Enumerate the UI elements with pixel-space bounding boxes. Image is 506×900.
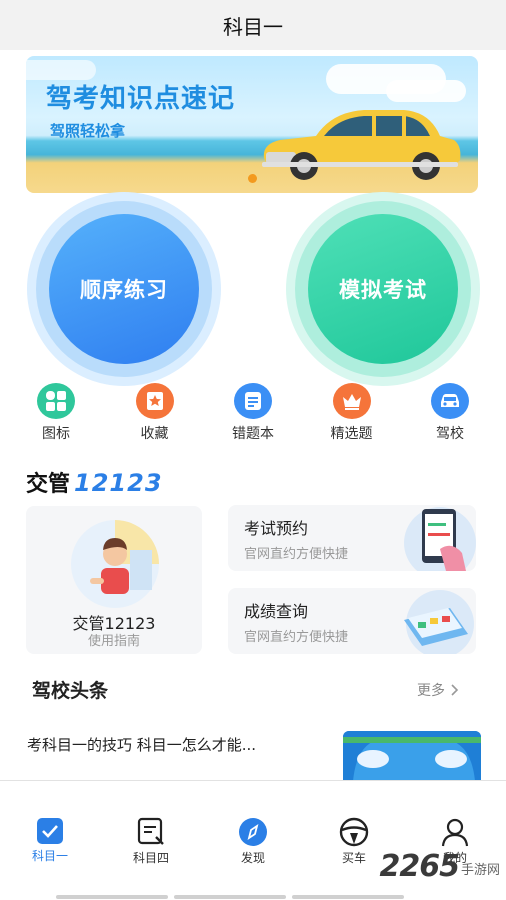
service-subtitle: 官网直约方便快捷 xyxy=(244,547,349,562)
app-header: 科目一 xyxy=(0,0,506,50)
quick-link-wrong-answers[interactable]: 错题本 xyxy=(213,383,293,443)
document-icon xyxy=(234,383,272,419)
sequential-practice-label: 顺序练习 xyxy=(49,214,199,364)
phone-illustration xyxy=(404,507,476,571)
jiaoguan-guide-card[interactable]: 交管12123 使用指南 xyxy=(26,506,202,654)
news-section-title: 驾校头条 xyxy=(32,680,109,702)
home-indicator-segment xyxy=(292,895,404,899)
quick-link-label: 错题本 xyxy=(232,426,274,442)
promo-banner[interactable]: 驾考知识点速记 驾照轻松拿 xyxy=(26,56,478,193)
mock-exam-button[interactable]: 模拟考试 xyxy=(286,192,480,386)
quick-link-driving-school[interactable]: 驾校 xyxy=(410,383,490,443)
report-illustration xyxy=(404,590,474,654)
news-item-thumbnail[interactable] xyxy=(343,731,481,781)
sequential-practice-button[interactable]: 顺序练习 xyxy=(27,192,221,386)
chevron-right-icon xyxy=(451,684,459,696)
carousel-indicator[interactable] xyxy=(248,174,257,183)
more-label: 更多 xyxy=(417,683,445,699)
news-item-title[interactable]: 考科目一的技巧 科目一怎么才能... xyxy=(27,734,256,755)
check-square-icon xyxy=(37,818,63,844)
score-query-card[interactable]: 成绩查询 官网直约方便快捷 xyxy=(228,588,476,654)
exam-booking-card[interactable]: 考试预约 官网直约方便快捷 xyxy=(228,505,476,571)
watermark-text: 手游网 xyxy=(460,863,500,878)
service-title: 考试预约 xyxy=(244,519,309,538)
mock-exam-label: 模拟考试 xyxy=(308,214,458,364)
quick-links: 图标 收藏 错题本 精选题 驾校 xyxy=(16,383,490,443)
tab-subject-four[interactable]: 科目四 xyxy=(116,817,186,866)
crown-icon xyxy=(332,383,371,419)
watermark: 2265 手游网 xyxy=(379,849,500,884)
quick-link-favorites[interactable]: 收藏 xyxy=(115,383,195,443)
guide-subtitle: 使用指南 xyxy=(87,634,140,649)
user-icon xyxy=(441,818,469,847)
tab-label: 买车 xyxy=(341,851,366,865)
service-subtitle: 官网直约方便快捷 xyxy=(244,630,349,645)
section-title-jiaoguan: 交管 12123 xyxy=(26,466,163,498)
search-document-icon xyxy=(137,817,164,845)
service-title: 成绩查询 xyxy=(244,602,309,621)
tab-label: 科目四 xyxy=(132,851,169,865)
tab-label: 发现 xyxy=(240,851,265,865)
section-title-text: 交管 xyxy=(26,472,71,497)
page-title: 科目一 xyxy=(223,14,283,39)
home-indicator-segment xyxy=(56,895,168,899)
tab-subject-one[interactable]: 科目一 xyxy=(15,817,85,864)
news-more-link[interactable]: 更多 xyxy=(417,680,459,700)
bottom-tab-bar: 科目一 科目四 发现 买车 我的 2265 手游网 xyxy=(0,780,506,900)
quick-link-label: 精选题 xyxy=(330,426,373,442)
tab-discover[interactable]: 发现 xyxy=(218,817,288,866)
tab-label: 科目一 xyxy=(31,849,68,863)
banner-title: 驾考知识点速记 xyxy=(46,84,236,114)
star-bookmark-icon xyxy=(135,383,174,419)
section-title-number: 12123 xyxy=(74,469,163,497)
yellow-car-illustration xyxy=(262,110,461,180)
home-indicator-segment xyxy=(174,895,286,899)
grid-icon xyxy=(37,383,75,419)
person-avatar-illustration xyxy=(71,520,159,608)
quick-link-label: 收藏 xyxy=(140,426,169,442)
quick-link-selected[interactable]: 精选题 xyxy=(312,383,392,443)
banner-subtitle: 驾照轻松拿 xyxy=(50,122,126,140)
car-icon xyxy=(431,383,469,419)
quick-link-icons[interactable]: 图标 xyxy=(16,383,96,443)
compass-icon xyxy=(239,818,267,846)
quick-link-label: 图标 xyxy=(42,426,70,442)
steering-wheel-icon xyxy=(339,817,369,847)
quick-link-label: 驾校 xyxy=(436,426,464,442)
watermark-number: 2265 xyxy=(379,849,459,884)
